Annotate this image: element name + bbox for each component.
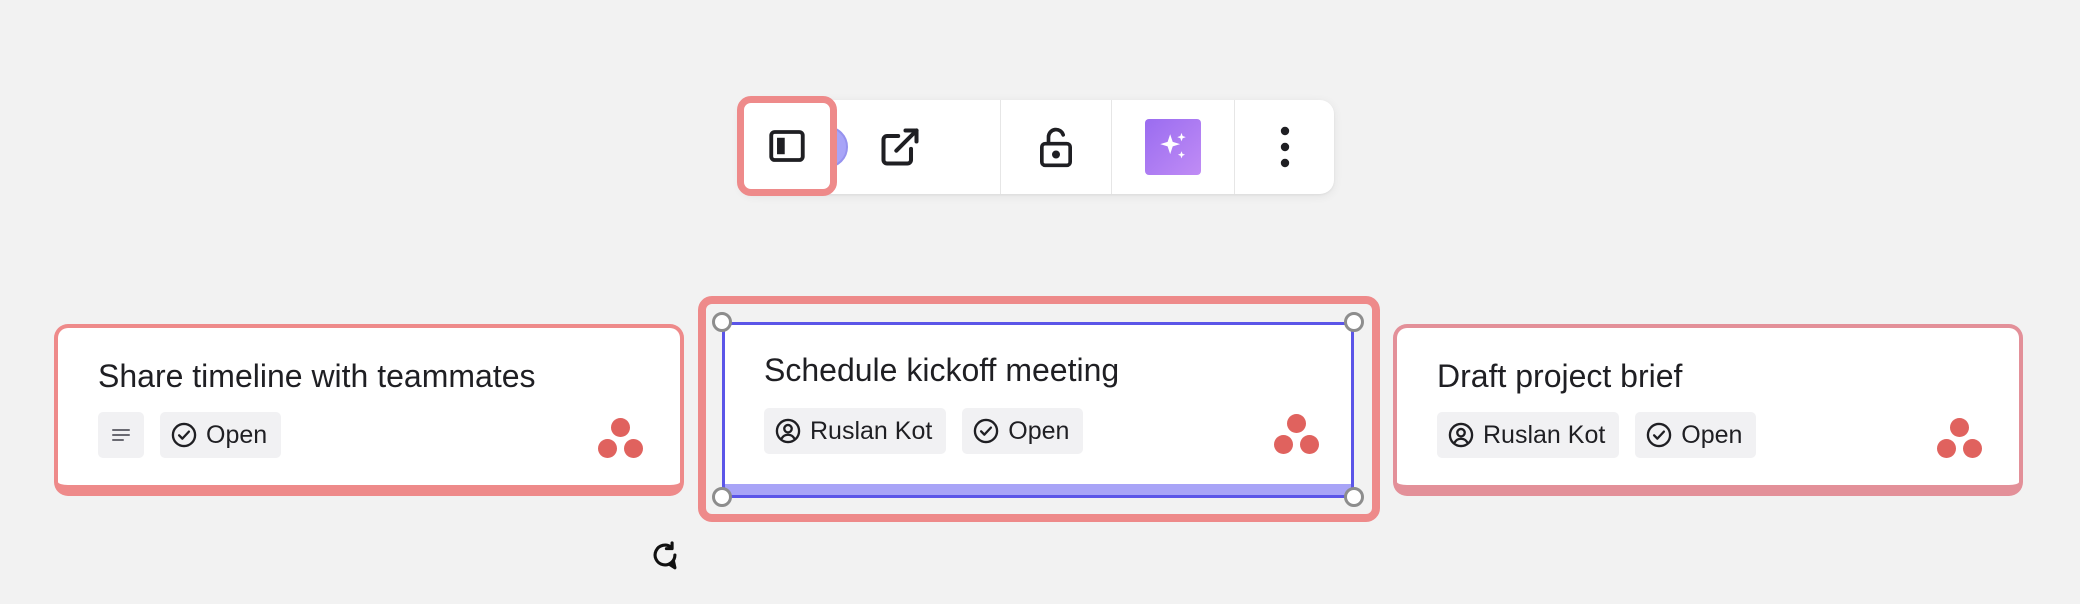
task-card[interactable]: Share timeline with teammates Open [54,324,684,496]
panel-toggle-button[interactable] [737,96,837,196]
rotate-cursor-icon[interactable] [648,538,682,572]
selection-frame [722,322,1354,498]
resize-handle-bottom-right[interactable] [1344,487,1364,507]
sparkles-icon [1160,132,1186,159]
description-lines-icon [112,429,130,441]
lock-button[interactable] [1001,100,1111,194]
resize-handle-bottom-left[interactable] [712,487,732,507]
asana-logo-icon [598,418,644,460]
status-label: Open [1681,420,1743,449]
task-title: Draft project brief [1437,358,1683,394]
assignee-label: Ruslan Kot [1483,420,1606,449]
resize-handle-top-right[interactable] [1344,312,1364,332]
sidebar-panel-icon [769,130,805,162]
open-external-button[interactable] [860,100,940,194]
resize-handle-top-left[interactable] [712,312,732,332]
assignee-chip[interactable]: Ruslan Kot [1437,412,1620,458]
check-circle-icon [171,422,197,448]
description-chip[interactable] [98,412,144,458]
status-chip[interactable]: Open [160,412,282,458]
check-circle-icon [1647,422,1672,448]
task-title: Share timeline with teammates [98,358,536,394]
more-vertical-icon [1280,126,1289,168]
task-card[interactable]: Draft project brief Ruslan Kot Open [1393,324,2023,496]
user-circle-icon [1448,422,1474,448]
more-button[interactable] [1235,100,1334,194]
external-link-icon [881,128,919,166]
ai-assist-button[interactable] [1112,100,1234,194]
status-chip[interactable]: Open [1635,412,1757,458]
unlock-icon [1040,127,1072,168]
asana-logo-icon [1937,418,1983,460]
status-label: Open [206,420,268,449]
